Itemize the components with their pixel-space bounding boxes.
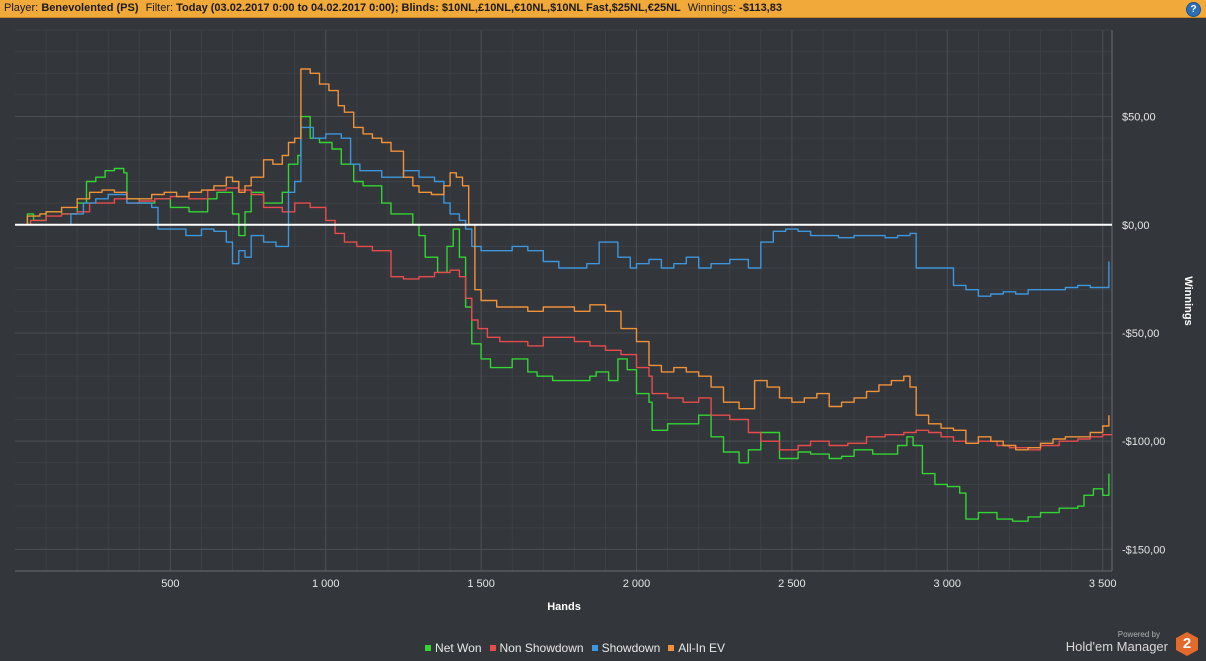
player-info: Player: Benevolented (PS) [4,0,139,17]
legend-item[interactable]: Showdown [591,641,661,655]
brand-badge: 2 [1176,632,1198,656]
x-axis-ticks: 500 1 000 1 500 2 000 2 500 3 000 3 500 [161,578,1116,590]
winnings-info: Winnings: -$113,83 [688,0,782,17]
filter-label: Filter: [145,2,174,14]
y-axis-ticks: $50,00 $0,00 -$50,00 -$100,00 -$150,00 [1122,112,1165,557]
filter-value: Today (03.02.2017 0:00 to 04.02.2017 0:0… [176,2,681,14]
x-axis-title: Hands [547,601,581,613]
winnings-value: -$113,83 [739,2,782,14]
y-tick-label: -$50,00 [1122,328,1159,340]
x-tick-label: 3 000 [934,578,962,590]
x-tick-label: 3 500 [1089,578,1117,590]
legend-item[interactable]: Net Won [425,641,482,655]
y-tick-label: $0,00 [1122,220,1150,232]
legend-swatch [425,645,432,651]
legend-label: All-In EV [678,641,725,655]
chart-legend: Net Won Non Showdown Showdown All-In EV [0,641,1150,655]
legend-label: Showdown [601,641,661,655]
help-icon[interactable]: ? [1186,2,1201,17]
x-tick-label: 1 500 [467,578,495,590]
powered-by-text: Powered by [1117,630,1160,639]
filter-info: Filter: Today (03.02.2017 0:00 to 04.02.… [146,0,681,17]
x-tick-label: 1 000 [312,578,340,590]
y-tick-label: -$150,00 [1122,544,1165,556]
player-label: Player: [4,2,39,14]
x-tick-label: 2 000 [623,578,651,590]
legend-swatch [489,645,496,651]
y-axis-title: Winnings [1182,276,1194,325]
y-tick-label: $50,00 [1122,112,1156,124]
y-tick-label: -$100,00 [1122,436,1165,448]
legend-swatch [668,645,675,651]
x-tick-label: 2 500 [778,578,806,590]
winnings-label: Winnings: [687,2,737,14]
player-value: Benevolented (PS) [41,2,139,14]
legend-label: Net Won [435,641,482,655]
legend-swatch [591,645,598,651]
brand-logo: Powered by Hold'em Manager 2 [1058,630,1198,658]
legend-item[interactable]: Non Showdown [489,641,584,655]
legend-item[interactable]: All-In EV [668,641,725,655]
brand-name: Hold'em Manager [1065,639,1168,654]
legend-label: Non Showdown [499,641,584,655]
winnings-graph[interactable]: 500 1 000 1 500 2 000 2 500 3 000 3 500 $50,00… [0,18,1206,618]
chart-grid [15,29,1113,572]
x-tick-label: 500 [161,578,179,590]
header-bar: Player: Benevolented (PS) Filter: Today … [0,0,1206,18]
